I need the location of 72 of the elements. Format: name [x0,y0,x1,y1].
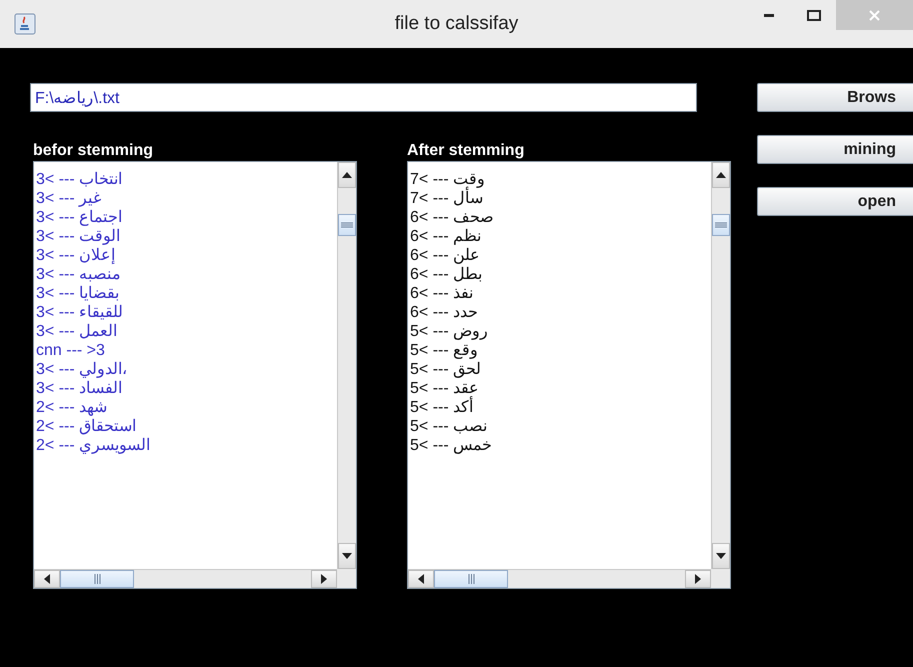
list-item[interactable]: 2< --- السويسري [34,436,150,455]
scroll-down-button[interactable] [338,543,356,569]
scroll-up-button[interactable] [338,162,356,188]
scroll-left-button[interactable] [408,570,434,588]
list-item[interactable]: 7< --- سأل [408,189,484,208]
list-item[interactable]: 5< --- نصب [408,417,488,436]
list-item[interactable]: 2< --- شهد [34,398,108,417]
list-label: After stemming [407,142,526,159]
list-item[interactable]: 5< --- روض [408,322,488,341]
up-arrow-icon [342,171,352,179]
java-cup-icon [14,13,36,35]
scroll-thumb[interactable] [712,214,730,236]
word-list[interactable]: 7< --- وقت 7< --- سأل 6< --- صحف 6< --- نظم 6< --- علن 6< --- بطل 6< --- نفذ 6< --- حدد 5< --- روض 5< --- وقع 5< --- لحق 5< --- عقد 5< --- أكد 5< --- نصب 5< --- خمس [407,161,731,589]
list-item[interactable]: 5< --- وقع [408,341,478,360]
list-item[interactable]: 7< --- وقت [408,170,486,189]
list-item[interactable]: 6< --- حدد [408,303,478,322]
vertical-scrollbar[interactable] [337,162,356,569]
list-item[interactable]: 3< --- انتخاب [34,170,122,189]
list-item[interactable]: 2< --- استحقاق [34,417,136,436]
list-item[interactable]: 6< --- علن [408,246,480,265]
file-path-field[interactable]: F:\رياضه\.txt [30,83,697,112]
list-item[interactable]: 6< --- صحف [408,208,494,227]
window-title: file to calssifay [394,13,518,35]
scroll-thumb[interactable] [338,214,356,236]
up-arrow-icon [716,171,726,179]
right-arrow-icon [694,574,702,584]
list-item[interactable]: 5< --- أكد [408,398,474,417]
word-list[interactable] [33,161,357,589]
list-item[interactable]: 6< --- بطل [408,265,482,284]
scroll-thumb[interactable] [60,570,134,588]
list-item[interactable]: 3< --- بقضايا [34,284,120,303]
scroll-left-button[interactable] [34,570,60,588]
scrollbar-corner [337,569,356,588]
list-label: befor stemming [33,142,154,159]
list-item[interactable]: 3< --- منصبه [34,265,122,284]
down-arrow-icon [342,552,352,560]
grip-icon [94,574,100,584]
list-item[interactable]: 3< --- غير [34,189,102,208]
list-item[interactable]: 3< --- إعلان [34,246,116,265]
scroll-up-button[interactable] [712,162,730,188]
grip-icon [341,222,353,228]
close-icon [869,10,880,20]
horizontal-scrollbar[interactable] [34,569,337,588]
horizontal-scrollbar[interactable] [408,569,711,588]
left-arrow-icon [417,574,425,584]
list-item[interactable]: cnn --- >3 [34,341,105,360]
action-button[interactable]: open [757,187,913,216]
action-button[interactable]: Brows [757,83,913,112]
list-item[interactable]: 3< --- الوقت [34,227,120,246]
list-item[interactable]: 5< --- لحق [408,360,482,379]
vertical-scrollbar[interactable] [711,162,730,569]
list-item[interactable]: 3< --- للقيقاء [34,303,124,322]
scrollbar-corner [711,569,730,588]
right-arrow-icon [320,574,328,584]
action-button[interactable]: mining [757,135,913,164]
list-item[interactable]: 3< --- العمل [34,322,118,341]
list-item[interactable]: 6< --- نفذ [408,284,474,303]
list-item[interactable]: 3< --- الفساد [34,379,122,398]
minimize-icon [764,14,774,16]
scroll-down-button[interactable] [712,543,730,569]
scroll-right-button[interactable] [685,570,711,588]
list-item[interactable]: 3< --- الدولي، [34,360,128,379]
left-arrow-icon [43,574,51,584]
scroll-thumb[interactable] [434,570,508,588]
scroll-right-button[interactable] [311,570,337,588]
down-arrow-icon [716,552,726,560]
grip-icon [715,222,727,228]
list-item[interactable]: 5< --- خمس [408,436,492,455]
list-item[interactable]: 3< --- اجتماع [34,208,122,227]
list-item[interactable]: 6< --- نظم [408,227,482,246]
grip-icon [468,574,474,584]
maximize-icon [807,10,821,20]
